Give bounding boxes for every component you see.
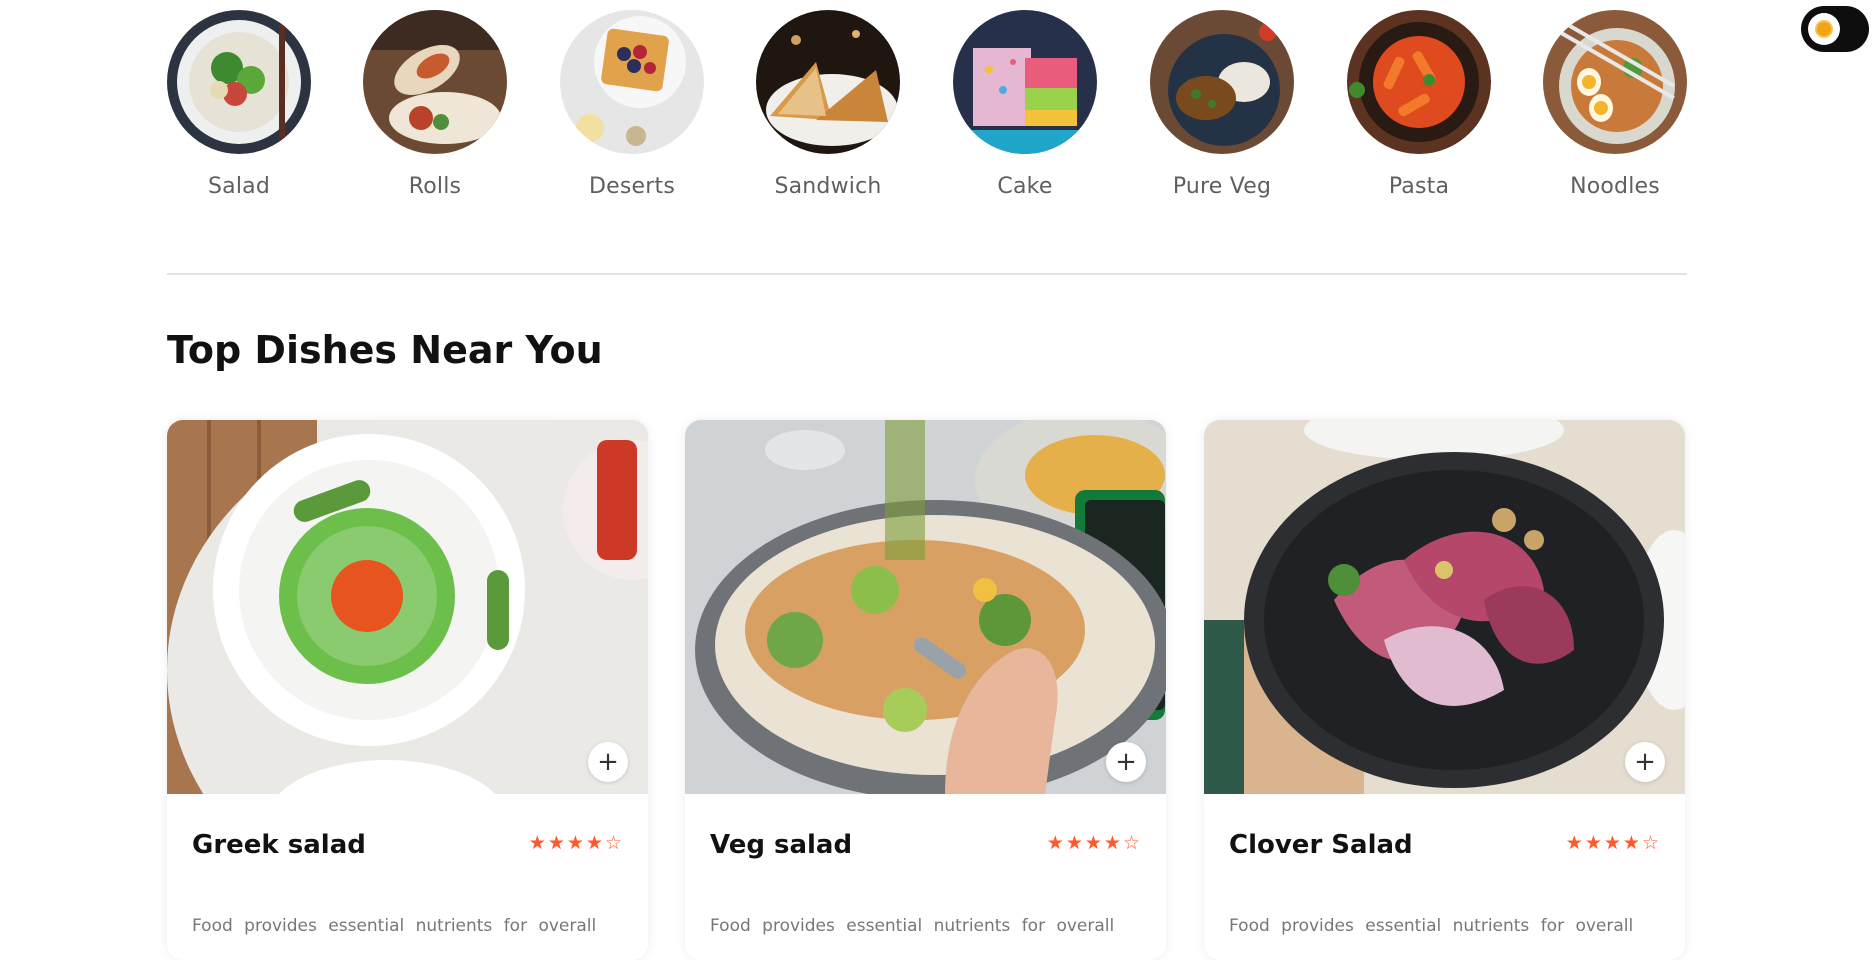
category-rolls[interactable]: Rolls — [335, 10, 535, 199]
category-label: Pure Veg — [1172, 174, 1272, 199]
dish-card[interactable]: + Veg salad ★ ★ ★ ★ ☆ Food provides esse… — [685, 420, 1166, 960]
category-image — [1150, 10, 1294, 154]
category-noodles[interactable]: Noodles — [1515, 10, 1715, 199]
star-filled-icon: ★ — [1603, 832, 1621, 854]
star-filled-icon: ★ — [566, 832, 584, 854]
star-filled-icon: ★ — [1046, 832, 1064, 854]
category-image — [560, 10, 704, 154]
dish-image: + — [167, 420, 648, 794]
sun-icon — [1817, 22, 1831, 36]
add-to-cart-button[interactable]: + — [588, 742, 628, 782]
star-empty-icon: ☆ — [1641, 832, 1659, 854]
add-to-cart-button[interactable]: + — [1106, 742, 1146, 782]
dish-card[interactable]: + Greek salad ★ ★ ★ ★ ☆ Food provides es… — [167, 420, 648, 960]
dish-name: Veg salad — [710, 830, 853, 860]
star-filled-icon: ★ — [1084, 832, 1102, 854]
category-sandwich[interactable]: Sandwich — [728, 10, 928, 199]
category-label: Deserts — [588, 174, 675, 199]
star-empty-icon: ☆ — [1122, 832, 1140, 854]
dish-name: Greek salad — [192, 830, 366, 860]
category-image — [1347, 10, 1491, 154]
category-label: Noodles — [1570, 174, 1660, 199]
star-filled-icon: ★ — [1065, 832, 1083, 854]
category-list: Salad Rolls Deserts Sandwich Cake Pure V… — [167, 10, 1687, 210]
category-pasta[interactable]: Pasta — [1319, 10, 1519, 199]
star-empty-icon: ☆ — [604, 832, 622, 854]
star-rating: ★ ★ ★ ★ ☆ — [529, 834, 622, 853]
star-filled-icon: ★ — [1584, 832, 1602, 854]
dish-image: + — [1204, 420, 1685, 794]
star-filled-icon: ★ — [1622, 832, 1640, 854]
dish-image: + — [685, 420, 1166, 794]
category-image — [1543, 10, 1687, 154]
star-rating: ★ ★ ★ ★ ☆ — [1566, 834, 1659, 853]
section-divider — [167, 273, 1687, 275]
category-label: Rolls — [408, 174, 462, 199]
section-title: Top Dishes Near You — [167, 328, 603, 372]
add-to-cart-button[interactable]: + — [1625, 742, 1665, 782]
category-image — [756, 10, 900, 154]
dish-name: Clover Salad — [1229, 830, 1413, 860]
star-rating: ★ ★ ★ ★ ☆ — [1047, 834, 1140, 853]
category-label: Cake — [997, 174, 1053, 199]
category-pure-veg[interactable]: Pure Veg — [1122, 10, 1322, 199]
dish-description: Food provides essential nutrients for ov… — [192, 916, 597, 936]
star-filled-icon: ★ — [547, 832, 565, 854]
star-filled-icon: ★ — [528, 832, 546, 854]
theme-toggle[interactable] — [1801, 6, 1869, 52]
toggle-knob — [1808, 13, 1840, 45]
category-image — [953, 10, 1097, 154]
category-image — [167, 10, 311, 154]
category-label: Salad — [207, 174, 270, 199]
category-image — [363, 10, 507, 154]
category-salad[interactable]: Salad — [139, 10, 339, 199]
dish-card[interactable]: + Clover Salad ★ ★ ★ ★ ☆ Food provides e… — [1204, 420, 1685, 960]
dish-description: Food provides essential nutrients for ov… — [710, 916, 1115, 936]
star-filled-icon: ★ — [585, 832, 603, 854]
star-filled-icon: ★ — [1103, 832, 1121, 854]
star-filled-icon: ★ — [1565, 832, 1583, 854]
category-cake[interactable]: Cake — [925, 10, 1125, 199]
category-label: Pasta — [1388, 174, 1450, 199]
category-label: Sandwich — [774, 174, 882, 199]
category-deserts[interactable]: Deserts — [532, 10, 732, 199]
dish-description: Food provides essential nutrients for ov… — [1229, 916, 1634, 936]
